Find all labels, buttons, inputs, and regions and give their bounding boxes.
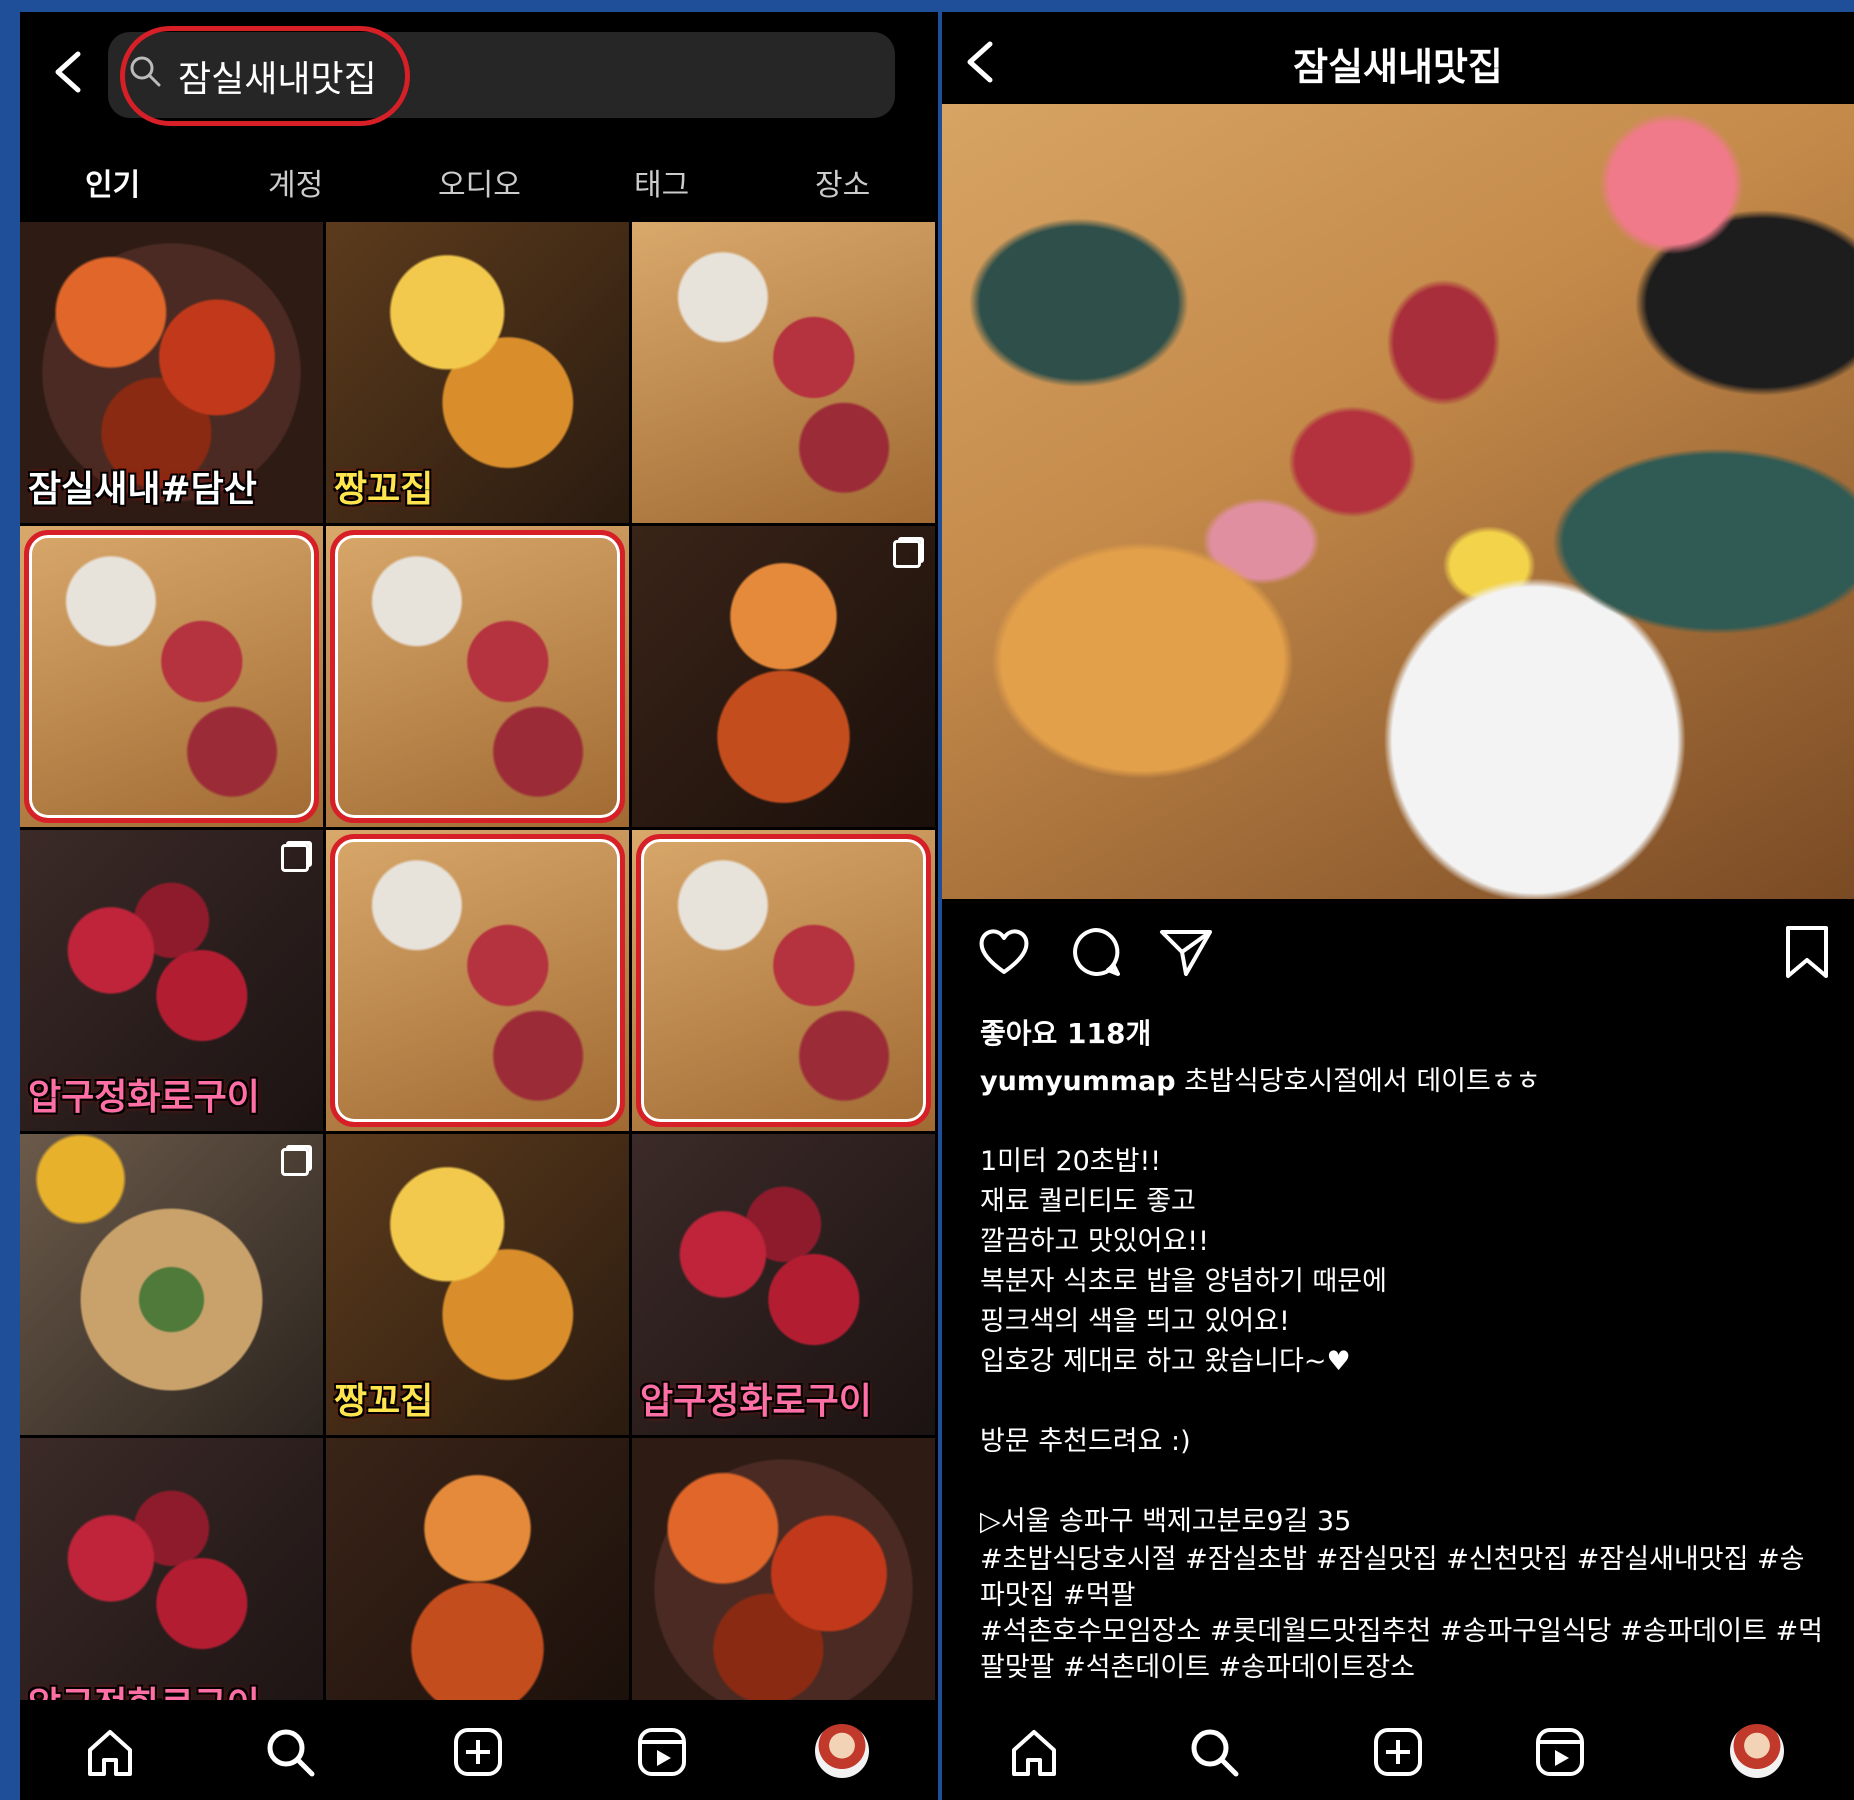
post-header-title: 잠실새내맛집 <box>1293 45 1503 89</box>
tab-tags[interactable]: 태그 <box>634 160 689 204</box>
bookmark-icon[interactable] <box>1782 922 1832 982</box>
search-nav-icon[interactable] <box>260 1722 320 1782</box>
caption-body: 1미터 20초밥!! 재료 퀄리티도 좋고 깔끔하고 맛있어요!! 복분자 식초… <box>980 1146 1387 1537</box>
tile-caption: 짱꼬집 <box>334 469 434 511</box>
caption-headline: 초밥식당호시절에서 데이트ㅎㅎ <box>1175 1066 1541 1097</box>
profile-avatar[interactable] <box>815 1724 869 1778</box>
tile-caption: 압구정화로구이 <box>640 1381 872 1423</box>
carousel-icon <box>281 844 309 872</box>
tab-accounts[interactable]: 계정 <box>268 160 323 204</box>
tab-popular[interactable]: 인기 <box>85 160 140 204</box>
like-count[interactable]: 좋아요 118개 <box>980 1012 1151 1052</box>
bottom-nav <box>20 1700 938 1800</box>
result-tile[interactable] <box>632 526 935 827</box>
tile-caption: 압구정화로구이 <box>28 1077 260 1119</box>
home-icon[interactable] <box>80 1722 140 1782</box>
create-post-icon[interactable] <box>1368 1722 1428 1782</box>
post-username[interactable]: yumyummap <box>980 1066 1176 1097</box>
result-tile[interactable]: 압구정화로구이 <box>20 830 323 1131</box>
result-tile[interactable]: 짱꼬집 <box>326 1134 629 1435</box>
like-heart-icon[interactable] <box>974 922 1034 982</box>
search-screen: 잠실새내맛집 인기 계정 오디오 태그 장소 잠실새내#담산 짱꼬집 압구정화로구이… <box>20 12 938 1800</box>
result-tile[interactable]: 잠실새내#담산 <box>20 222 323 523</box>
result-tile[interactable] <box>326 830 629 1131</box>
tab-audio[interactable]: 오디오 <box>438 160 521 204</box>
carousel-icon <box>281 1148 309 1176</box>
result-tile[interactable] <box>326 1438 629 1739</box>
caption-hashtags[interactable]: #초밥식당호시절 #잠실초밥 #잠실맛집 #신천맛집 #잠실새내맛집 #송파맛집… <box>980 1542 1825 1686</box>
search-query: 잠실새내맛집 <box>178 59 377 100</box>
result-tile[interactable]: 압구정화로구이 <box>632 1134 935 1435</box>
post-photo[interactable] <box>942 104 1854 899</box>
bottom-nav <box>942 1700 1854 1800</box>
carousel-icon <box>893 540 921 568</box>
results-grid: 잠실새내#담산짱꼬집압구정화로구이짱꼬집압구정화로구이압구정화로구이 <box>20 222 938 1739</box>
profile-avatar[interactable] <box>1730 1724 1784 1778</box>
result-tile[interactable]: 압구정화로구이 <box>20 1438 323 1739</box>
tile-caption: 짱꼬집 <box>334 1381 434 1423</box>
result-tile[interactable] <box>20 526 323 827</box>
result-tile[interactable] <box>326 526 629 827</box>
search-icon <box>130 56 161 87</box>
reels-icon[interactable] <box>1530 1722 1590 1782</box>
result-tile[interactable] <box>632 222 935 523</box>
result-tile[interactable] <box>632 1438 935 1739</box>
result-tile[interactable]: 짱꼬집 <box>326 222 629 523</box>
post-actions <box>942 922 1854 992</box>
home-icon[interactable] <box>1004 1722 1064 1782</box>
post-screen: 잠실새내맛집 좋아요 118개 yumyummap 초밥식당호시절에서 데이트ㅎ… <box>942 12 1854 1800</box>
back-arrow-icon[interactable] <box>40 42 100 102</box>
result-tile[interactable] <box>632 830 935 1131</box>
result-tile[interactable] <box>20 1134 323 1435</box>
search-tabs: 인기 계정 오디오 태그 장소 <box>20 142 938 222</box>
tab-places[interactable]: 장소 <box>815 160 870 204</box>
search-nav-icon[interactable] <box>1184 1722 1244 1782</box>
post-caption: yumyummap 초밥식당호시절에서 데이트ㅎㅎ 1미터 20초밥!! 재료 … <box>980 1062 1825 1686</box>
tile-caption: 잠실새내#담산 <box>28 469 257 511</box>
comment-icon[interactable] <box>1066 922 1126 982</box>
reels-icon[interactable] <box>632 1722 692 1782</box>
share-send-icon[interactable] <box>1156 922 1216 982</box>
create-post-icon[interactable] <box>448 1722 508 1782</box>
